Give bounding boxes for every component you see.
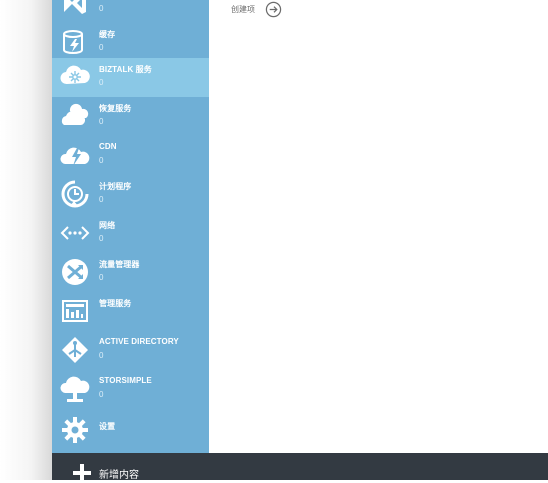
sidebar-item-visual-studio[interactable]: 0 (52, 0, 209, 23)
sidebar-item-count: 0 (99, 273, 104, 282)
sidebar-item-recovery-services[interactable]: 恢复服务 0 (52, 97, 209, 136)
sidebar-item-count: 0 (99, 351, 104, 360)
command-bar: 新增内容 (52, 453, 548, 483)
storsimple-icon (60, 374, 90, 404)
settings-icon (60, 415, 90, 445)
active-directory-icon (60, 335, 90, 365)
traffic-manager-icon (60, 257, 90, 287)
sidebar-item-settings[interactable]: 设置 (52, 411, 209, 450)
scheduler-icon (60, 179, 90, 209)
sidebar-item-management-services[interactable]: 管理服务 (52, 292, 209, 331)
arrow-right-circle-icon (265, 1, 282, 17)
main-content: 创建项 (209, 0, 548, 453)
service-sidebar: 0 缓存 0 BIZTALK 服务 0 恢复服务 0 CDN 0 计划程序 0 … (52, 0, 209, 453)
biztalk-icon (60, 62, 90, 92)
sidebar-item-scheduler[interactable]: 计划程序 0 (52, 175, 209, 214)
cache-icon (60, 27, 90, 57)
create-item-link[interactable]: 创建项 (231, 0, 282, 18)
sidebar-item-count: 0 (99, 195, 104, 204)
sidebar-item-cache[interactable]: 缓存 0 (52, 23, 209, 62)
sidebar-item-label: ACTIVE DIRECTORY (99, 337, 179, 346)
sidebar-item-label: CDN (99, 142, 117, 151)
create-item-label: 创建项 (231, 4, 255, 14)
new-button-label: 新增内容 (99, 469, 139, 481)
recovery-icon (60, 101, 90, 131)
management-services-icon (60, 296, 90, 326)
new-button[interactable]: 新增内容 (72, 463, 139, 483)
network-icon (60, 218, 90, 248)
sidebar-item-count: 0 (99, 78, 104, 87)
sidebar-item-label: 流量管理器 (99, 260, 140, 269)
sidebar-item-network[interactable]: 网络 0 (52, 214, 209, 253)
sidebar-item-traffic-manager[interactable]: 流量管理器 0 (52, 253, 209, 292)
sidebar-item-label: BIZTALK 服务 (99, 65, 152, 74)
sidebar-item-label: STORSIMPLE (99, 376, 152, 385)
sidebar-item-label: 恢复服务 (99, 104, 132, 113)
sidebar-item-count: 0 (99, 117, 104, 126)
sidebar-item-count: 0 (99, 156, 104, 165)
sidebar-item-label: 设置 (99, 422, 116, 431)
sidebar-item-label: 网络 (99, 221, 116, 230)
sidebar-item-storsimple[interactable]: STORSIMPLE 0 (52, 370, 209, 409)
sidebar-item-label: 计划程序 (99, 182, 132, 191)
sidebar-item-count: 0 (99, 43, 104, 52)
sidebar-item-count: 0 (99, 390, 104, 399)
cdn-icon (60, 140, 90, 170)
sidebar-item-count: 0 (99, 4, 104, 13)
sidebar-item-active-directory[interactable]: ACTIVE DIRECTORY 0 (52, 331, 209, 370)
shadow-gutter (0, 0, 52, 480)
visual-studio-icon (60, 0, 90, 18)
sidebar-item-label: 缓存 (99, 30, 116, 39)
sidebar-item-cdn[interactable]: CDN 0 (52, 136, 209, 175)
sidebar-item-count: 0 (99, 234, 104, 243)
plus-icon (73, 464, 91, 482)
sidebar-item-label: 管理服务 (99, 299, 132, 308)
sidebar-item-biztalk[interactable]: BIZTALK 服务 0 (52, 58, 209, 97)
